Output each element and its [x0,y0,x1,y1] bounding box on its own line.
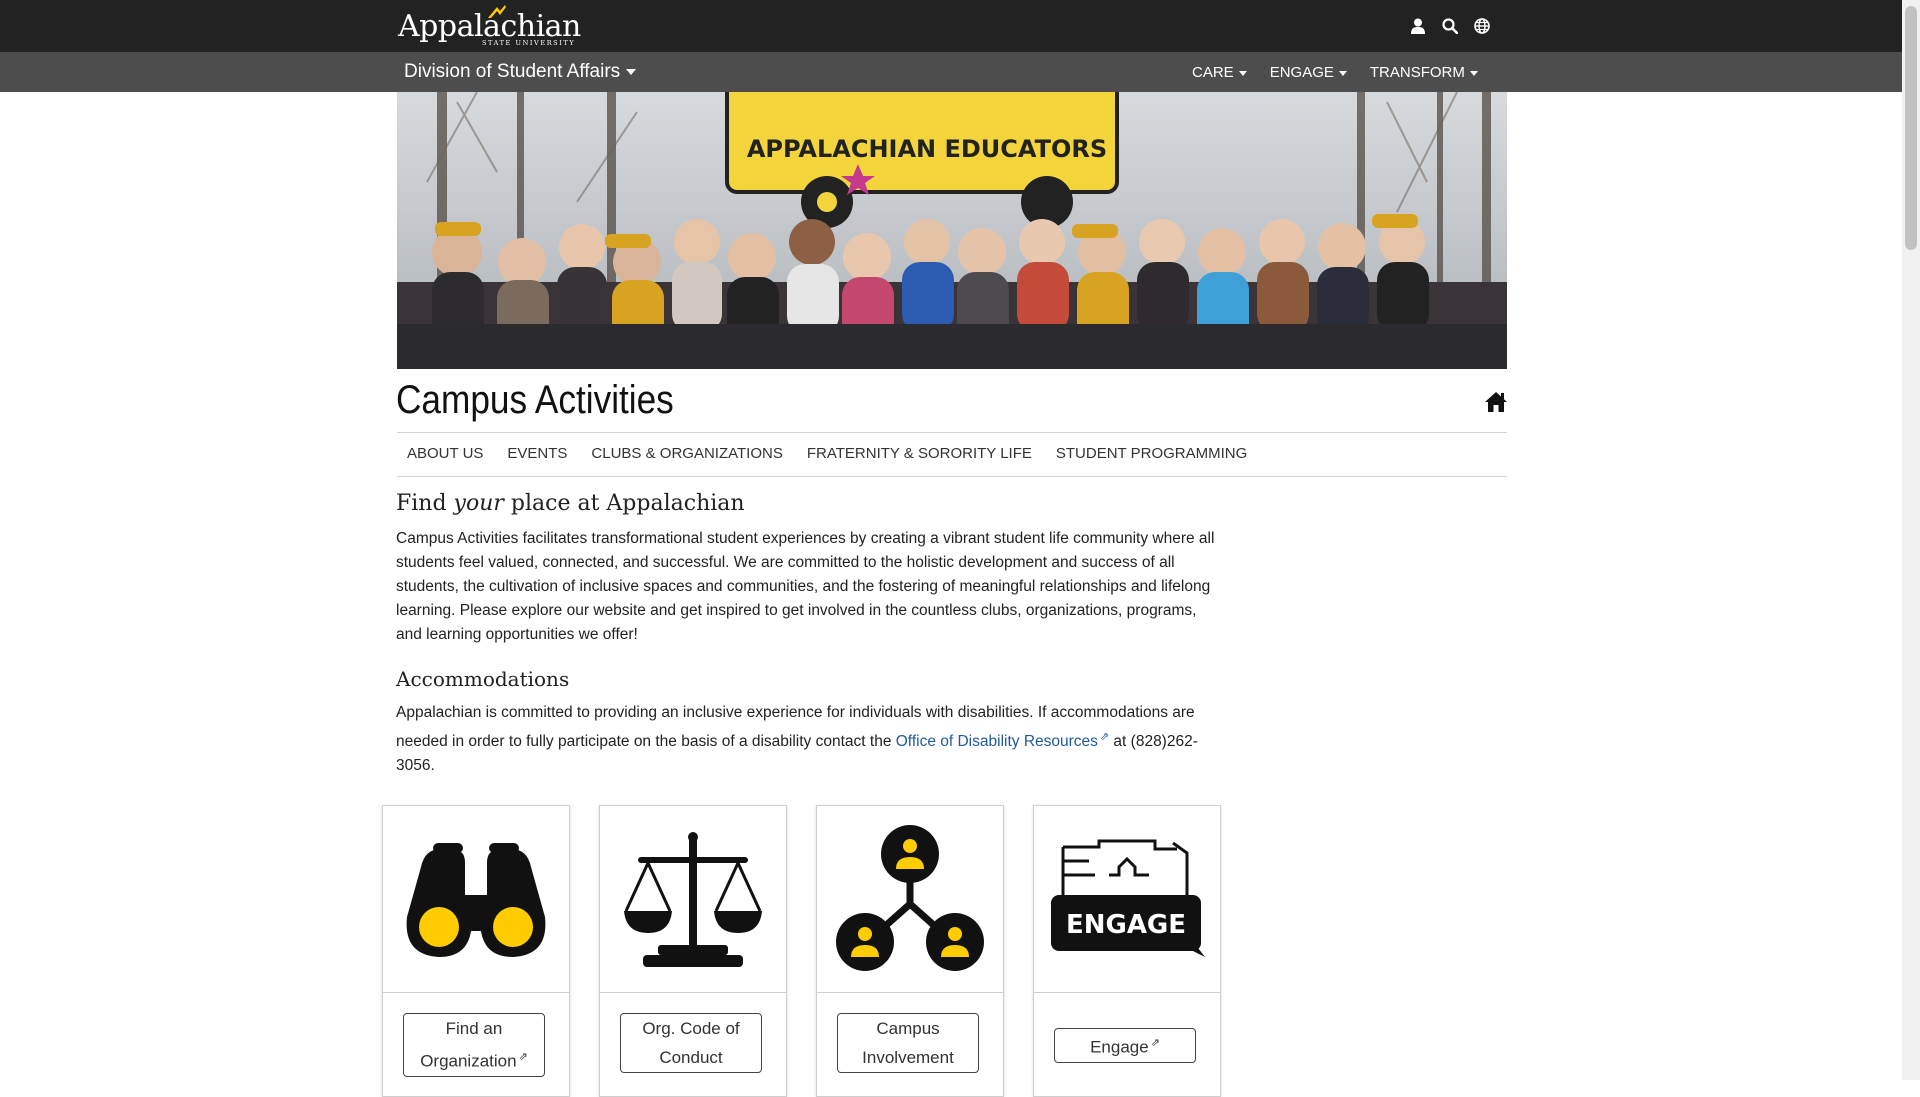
card-org-code-of-conduct: Org. Code of Conduct [599,805,787,1097]
page-title: Campus Activities [396,378,674,422]
intro-heading: Find your place at Appalachian [396,491,745,516]
page-scrollbar[interactable] [1902,0,1920,1080]
top-bar: Appalachian STATE UNIVERSITY [0,0,1902,52]
intro-body: Campus Activities facilitates transforma… [396,530,1215,643]
binoculars-icon [383,806,569,992]
division-menu[interactable]: Division of Student Affairs [404,58,637,86]
scrollbar-thumb[interactable] [1905,6,1917,250]
appalachian-logo[interactable]: Appalachian STATE UNIVERSITY [398,4,581,50]
card-find-organization: Find an Organization ⇗ [382,805,570,1097]
division-label: Division of Student Affairs [404,61,621,82]
pillar-menu: CARE ENGAGE TRANSFORM [1192,62,1478,84]
user-icon[interactable] [1408,13,1428,39]
nav-about-us[interactable]: ABOUT US [397,432,497,476]
external-link-icon: ⇗ [518,1051,528,1063]
search-icon[interactable] [1440,13,1460,39]
accommodations-heading: Accommodations [396,667,570,691]
card-divider [383,992,569,993]
card-engage: ENGAGE Engage ⇗ [1033,805,1221,1097]
scales-icon [600,806,786,992]
accommodations-body: Appalachian is committed to providing an… [396,704,1198,775]
org-code-of-conduct-button[interactable]: Org. Code of Conduct [620,1013,762,1073]
utility-icons [1408,13,1492,39]
engage-logo-icon: ENGAGE [1034,806,1220,992]
disability-resources-link[interactable]: Office of Disability Resources ⇗ [896,731,1109,750]
division-nav: Division of Student Affairs CARE ENGAGE … [0,52,1902,92]
campus-involvement-button[interactable]: Campus Involvement [837,1013,979,1073]
students-group-photo: APPALACHIAN EDUCATORS [397,92,1507,369]
caret-down-icon [1338,70,1347,76]
pillar-care[interactable]: CARE [1192,62,1247,84]
pillar-transform[interactable]: TRANSFORM [1370,62,1478,84]
section-nav: ABOUT US EVENTS CLUBS & ORGANIZATIONS FR… [397,432,1261,476]
banner-text: APPALACHIAN EDUCATORS [747,135,1107,163]
pillar-engage[interactable]: ENGAGE [1270,62,1347,84]
nav-clubs-organizations[interactable]: CLUBS & ORGANIZATIONS [581,432,796,476]
engage-button[interactable]: Engage ⇗ [1054,1028,1196,1063]
external-link-icon: ⇗ [1099,731,1110,743]
engage-logo-text: ENGAGE [1066,910,1186,940]
nav-events[interactable]: EVENTS [497,432,581,476]
home-icon[interactable] [1484,391,1508,413]
caret-down-icon [1469,70,1478,76]
divider [397,476,1507,477]
card-divider [1034,992,1220,993]
find-organization-button[interactable]: Find an Organization ⇗ [403,1013,545,1077]
globe-icon[interactable] [1472,13,1492,39]
nav-fraternity-sorority-life[interactable]: FRATERNITY & SORORITY LIFE [797,432,1046,476]
hero-photo: APPALACHIAN EDUCATORS [397,92,1507,369]
caret-down-icon [626,68,637,75]
card-divider [817,992,1003,993]
card-campus-involvement: Campus Involvement [816,805,1004,1097]
external-link-icon: ⇗ [1150,1037,1160,1049]
card-divider [600,992,786,993]
caret-down-icon [1238,70,1247,76]
nav-student-programming[interactable]: STUDENT PROGRAMMING [1046,432,1261,476]
network-people-icon [817,806,1003,992]
logo-subtext: STATE UNIVERSITY [482,39,576,47]
